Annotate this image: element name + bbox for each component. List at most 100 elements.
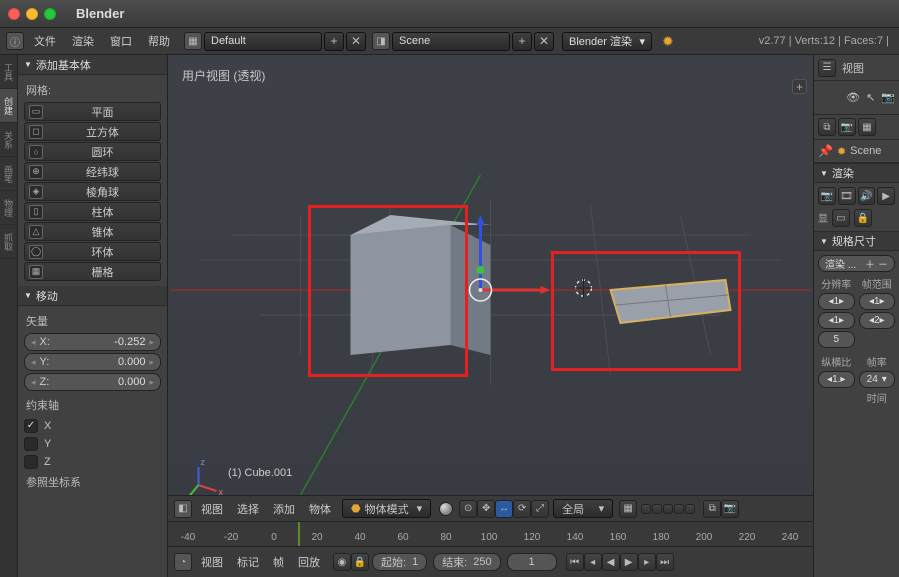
viewport-menu-select[interactable]: 选择 [230,501,266,517]
layout-dropdown[interactable]: Default [204,32,322,51]
next-keyframe-icon[interactable]: ▸ [638,553,656,571]
frame-end-field[interactable]: ◂ 2 ▸ [859,312,896,329]
tool-tab[interactable]: 画笔 [0,157,17,191]
menu-render[interactable]: 渲染 [64,33,102,49]
render-image-button[interactable]: 📷 [818,187,836,205]
manipulator-translate[interactable]: ↔ [495,500,513,518]
add-icosphere-button[interactable]: ◈棱角球 [24,182,161,201]
panel-add-primitive-header[interactable]: ▼添加基本体 [18,55,167,75]
editor-type-icon[interactable]: ⓘ [6,32,24,50]
render-play-button[interactable]: ▶ [877,187,895,205]
tool-tab[interactable]: 关系 [0,123,17,157]
layers-button[interactable]: ▦ [619,500,637,518]
jump-end-icon[interactable]: ⏭ [656,553,674,571]
add-circle-button[interactable]: ○圆环 [24,142,161,161]
props-editor-icon[interactable]: ⧉ [818,118,836,136]
scene-browse-icon[interactable]: ◨ [372,32,390,50]
lock-icon[interactable]: 🔒 [351,553,369,571]
res-y-field[interactable]: ◂ 1 ▸ [818,312,855,329]
timeline-ruler[interactable]: -40 -20 0 20 40 60 80 100 120 140 160 18… [168,521,813,547]
auto-keyframe-icon[interactable]: ◉ [333,553,351,571]
end-frame-field[interactable]: 结束:250 [433,553,500,571]
timeline-editor-type-icon[interactable]: ◔ [174,553,192,571]
tool-tab[interactable]: 抓取 [0,225,17,259]
start-frame-field[interactable]: 起始:1 [372,553,427,571]
render-tab-icon[interactable]: 📷 [838,118,856,136]
constraint-x-checkbox[interactable] [24,419,38,433]
aspect-field[interactable]: ◂ 1. ▸ [818,371,855,388]
render-preset-dropdown[interactable]: 渲染 ...＋－ [818,255,895,272]
dimensions-section-header[interactable]: ▼规格尺寸 [814,231,899,251]
pin-icon[interactable]: 📌 [818,144,833,158]
menu-window[interactable]: 窗口 [102,33,140,49]
res-pct-field[interactable]: 5 [818,331,855,348]
layout-add-button[interactable]: + [324,32,344,51]
frame-start-field[interactable]: ◂ 1 ▸ [859,293,896,310]
scene-add-button[interactable]: + [512,32,532,51]
tool-tab[interactable]: 创建 [0,89,17,123]
render-section-header[interactable]: ▼渲染 [814,163,899,183]
viewport-menu-view[interactable]: 视图 [194,501,230,517]
timeline-menu-playback[interactable]: 回放 [291,554,327,570]
constraint-y-checkbox[interactable] [24,437,38,451]
maximize-window-icon[interactable] [44,8,56,20]
tool-tab[interactable]: 物理 [0,191,17,225]
viewport-menu-object[interactable]: 物体 [302,501,338,517]
play-reverse-icon[interactable]: ◀ [602,553,620,571]
mode-dropdown[interactable]: ⬣ 物体模式▾ [342,499,431,518]
tool-tab[interactable]: 工具 [0,55,17,89]
move-x-field[interactable]: ◂X:-0.252▸ [24,333,161,351]
timeline-menu-frame[interactable]: 帧 [266,554,291,570]
constraint-z-checkbox[interactable] [24,455,38,469]
add-cube-button[interactable]: ◻立方体 [24,122,161,141]
viewport-3d[interactable]: 用户视图 (透视) + [168,55,813,521]
timeline-menu-marker[interactable]: 标记 [230,554,266,570]
render-preview-icon[interactable]: 📷 [721,500,739,518]
shading-mode-icon[interactable] [439,502,453,516]
viewport-menu-add[interactable]: 添加 [266,501,302,517]
outliner-editor-icon[interactable]: ☰ [818,59,836,77]
add-plane-button[interactable]: ▭平面 [24,102,161,121]
manipulator-rotate[interactable]: ⟳ [513,500,531,518]
layers-tab-icon[interactable]: ▦ [858,118,876,136]
manipulator-scale[interactable]: ⤢ [531,500,549,518]
prev-keyframe-icon[interactable]: ◂ [584,553,602,571]
render-engine-dropdown[interactable]: Blender 渲染▾ [562,32,652,51]
current-frame-field[interactable]: 1 [507,553,557,571]
timeline-cursor[interactable] [298,522,300,546]
visibility-eye-icon[interactable]: 👁 [846,91,860,104]
scene-dropdown[interactable]: Scene [392,32,510,51]
close-window-icon[interactable] [8,8,20,20]
framerate-field[interactable]: 24▾ [859,371,896,388]
add-cylinder-button[interactable]: ▯柱体 [24,202,161,221]
viewport-editor-type-icon[interactable]: ◧ [174,500,192,518]
selectable-cursor-icon[interactable]: ↖ [866,91,875,104]
scene-remove-button[interactable]: ✕ [534,32,554,51]
timeline-menu-view[interactable]: 视图 [194,554,230,570]
add-uvsphere-button[interactable]: ⊕经纬球 [24,162,161,181]
move-y-field[interactable]: ◂Y:0.000▸ [24,353,161,371]
res-x-field[interactable]: ◂ 1 ▸ [818,293,855,310]
pivot-icon[interactable]: ⊙ [459,500,477,518]
minimize-window-icon[interactable] [26,8,38,20]
layout-remove-button[interactable]: ✕ [346,32,366,51]
add-cone-button[interactable]: △锥体 [24,222,161,241]
jump-start-icon[interactable]: ⏮ [566,553,584,571]
add-torus-button[interactable]: ◯环体 [24,242,161,261]
move-z-field[interactable]: ◂Z:0.000▸ [24,373,161,391]
renderable-camera-icon[interactable]: 📷 [881,91,895,104]
display-mode-dropdown[interactable]: ▭ [832,209,850,227]
snap-icon[interactable]: ⧉ [703,500,721,518]
orientation-dropdown[interactable]: 全局▾ [553,499,613,518]
render-audio-button[interactable]: 🔊 [858,187,876,205]
menu-help[interactable]: 帮助 [140,33,178,49]
lock-ui-icon[interactable]: 🔒 [854,209,872,227]
manipulator-toggle[interactable]: ✥ [477,500,495,518]
play-icon[interactable]: ▶ [620,553,638,571]
render-anim-button[interactable]: 🎞 [838,187,856,205]
screen-layout-icon[interactable]: ▦ [184,32,202,50]
menu-file[interactable]: 文件 [26,33,64,49]
layer-grid[interactable] [641,504,695,514]
scene-name[interactable]: Scene [850,145,881,157]
panel-move-header[interactable]: ▼移动 [18,286,167,306]
